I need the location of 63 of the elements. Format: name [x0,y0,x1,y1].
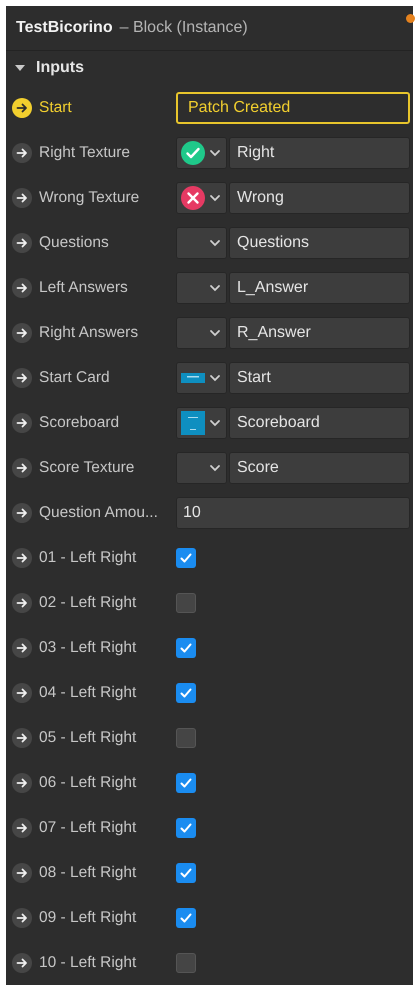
input-label: Question Amou... [38,502,159,523]
asset-picker[interactable] [176,406,227,438]
chevron-down-icon [209,238,221,246]
input-label: 04 - Left Right [38,682,138,703]
input-label: 01 - Left Right [38,548,138,568]
checkmark-icon [179,686,193,700]
input-label: 02 - Left Right [38,592,138,613]
asset-name-field[interactable]: Start [229,362,410,394]
checkbox[interactable] [176,772,196,792]
input-label: Scoreboard [38,412,120,433]
checkbox[interactable] [176,952,196,972]
asset-name-field[interactable]: Score [229,452,410,484]
checkbox[interactable] [176,818,196,838]
asset-name-field[interactable]: R_Answer [229,316,410,348]
input-label: 06 - Left Right [38,772,138,793]
asset-name-field[interactable]: Questions [229,226,410,258]
asset-picker[interactable] [176,182,227,214]
asset-name-field[interactable]: L_Answer [229,272,410,304]
checkbox[interactable] [176,592,196,612]
input-label: 08 - Left Right [38,862,138,883]
input-label: 07 - Left Right [38,818,138,838]
checkmark-icon [179,866,193,880]
checkmark-icon [179,640,193,654]
checkbox[interactable] [176,548,196,568]
checkbox[interactable] [176,728,196,748]
input-label: Questions [38,232,110,253]
chevron-down-icon [209,284,221,292]
checkbox[interactable] [176,638,196,658]
collapse-triangle-icon[interactable] [14,63,26,74]
input-label: Left Answers [38,278,129,298]
input-label: 05 - Left Right [38,728,138,748]
input-label: Right Texture [38,142,132,163]
section-header[interactable]: Inputs [36,56,84,80]
input-label: 09 - Left Right [38,908,138,928]
chevron-down-icon [209,194,221,202]
checkmark-icon [179,776,193,790]
block-subtitle: – Block (Instance) [120,18,248,38]
input-label: 03 - Left Right [38,638,138,658]
chevron-down-icon [209,328,221,336]
number-field[interactable]: 10 [176,496,410,528]
input-label: Start [38,98,73,118]
checkbox[interactable] [176,682,196,702]
chevron-down-icon [209,418,221,426]
block-title: TestBicorino [16,18,113,38]
input-label: Score Texture [38,458,136,478]
asset-picker[interactable] [176,362,227,394]
input-label: Right Answers [38,322,140,343]
asset-name-field[interactable]: Right [229,136,410,168]
chevron-down-icon [209,464,221,472]
input-label: Start Card [38,368,111,388]
asset-name-field[interactable]: Scoreboard [229,406,410,438]
asset-picker[interactable] [176,136,227,168]
checkmark-icon [179,550,193,564]
checkmark-icon [179,820,193,834]
chevron-down-icon [209,374,221,382]
checkmark-icon [179,910,193,924]
input-label: Wrong Texture [38,188,140,208]
signal-field[interactable]: Patch Created [176,92,410,124]
checkbox[interactable] [176,862,196,882]
asset-name-field[interactable]: Wrong [229,182,410,214]
checkbox[interactable] [176,908,196,928]
input-label: 10 - Left Right [38,952,138,973]
chevron-down-icon [209,148,221,156]
